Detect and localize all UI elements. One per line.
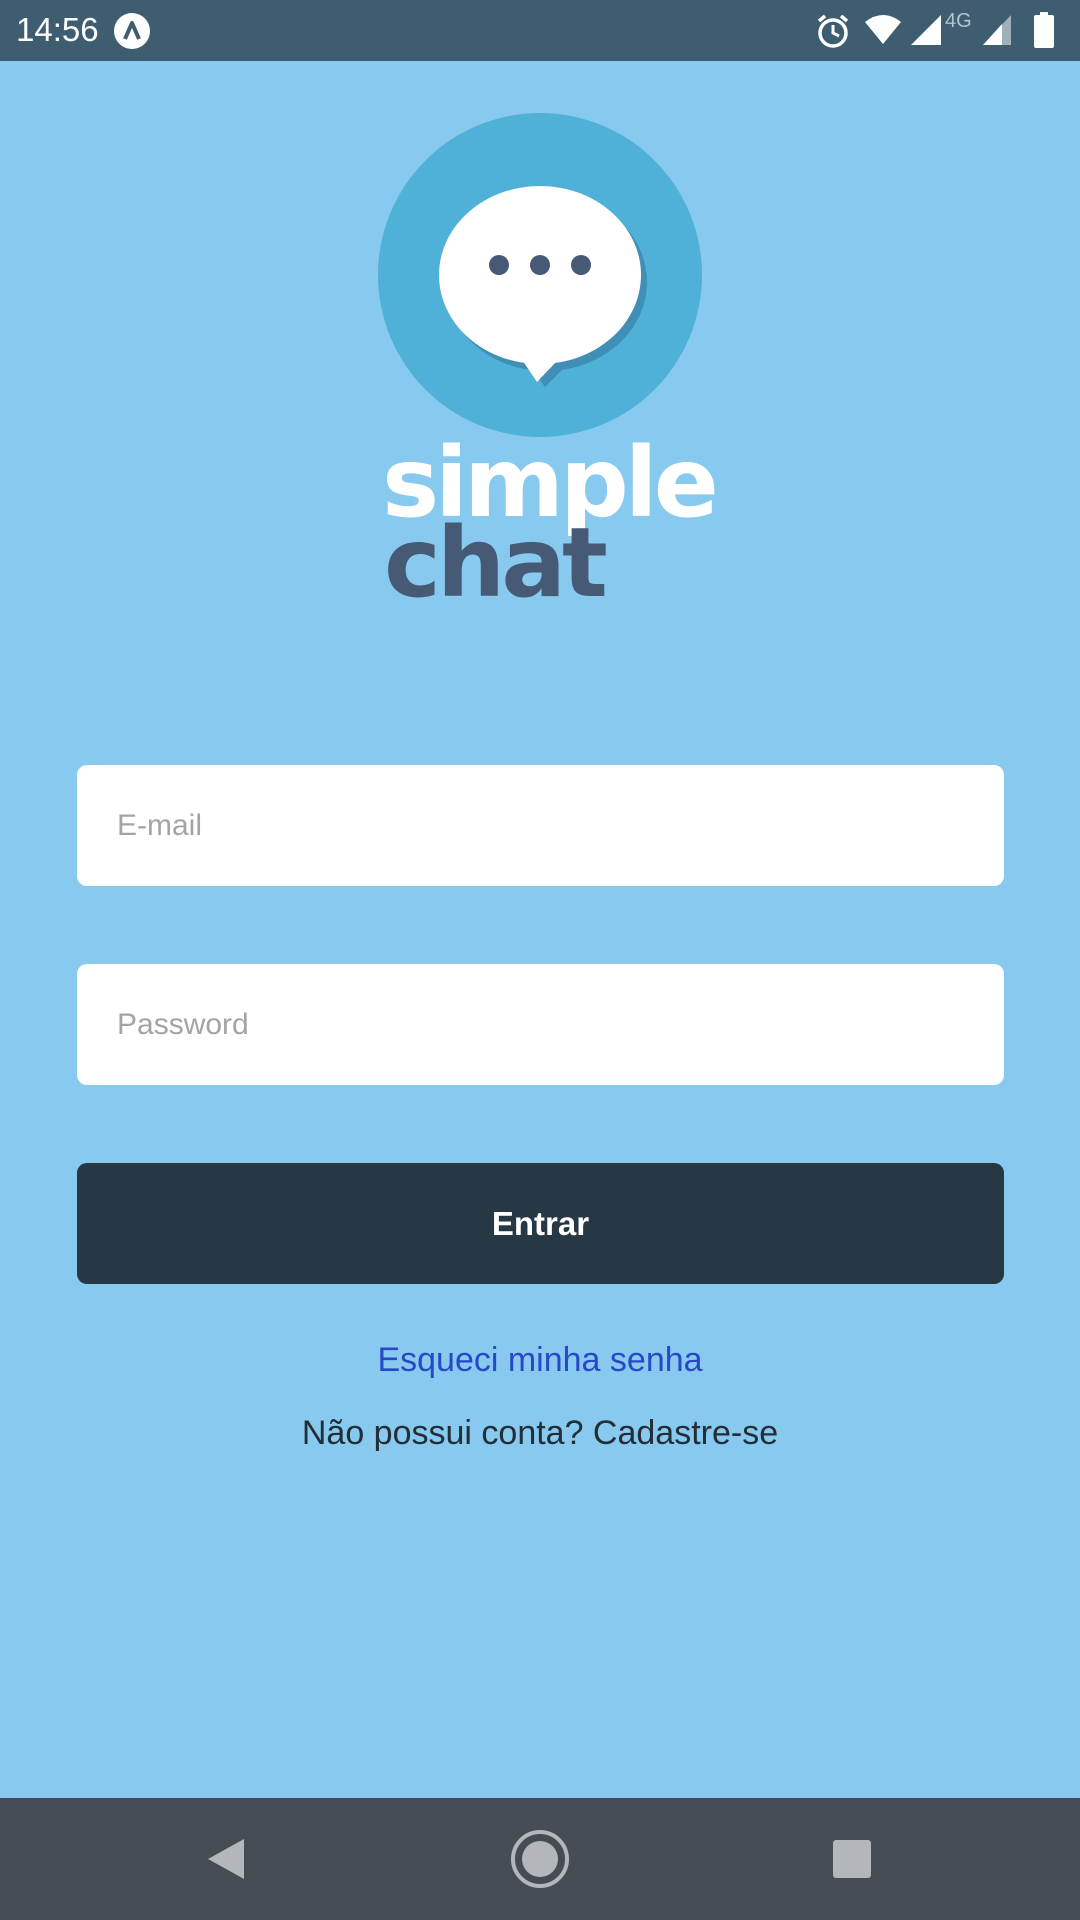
logo-word-chat: chat — [384, 507, 608, 619]
login-button[interactable]: Entrar — [77, 1163, 1004, 1284]
email-field[interactable] — [77, 765, 1004, 886]
back-icon — [208, 1839, 244, 1879]
password-field[interactable] — [77, 964, 1004, 1085]
home-button[interactable] — [480, 1798, 600, 1920]
battery-icon — [1034, 12, 1054, 48]
alarm-icon — [817, 14, 849, 48]
home-icon — [511, 1830, 569, 1888]
status-bar: 14:56 4G — [0, 0, 1080, 61]
wifi-icon — [865, 15, 901, 44]
network-type-label: 4G — [945, 10, 972, 32]
status-icons: 4G — [800, 0, 1080, 61]
signal-icon — [911, 15, 941, 45]
4g-signal-icon — [983, 15, 1011, 45]
arrow-up-icon — [113, 12, 151, 50]
navigation-bar — [0, 1798, 1080, 1920]
back-button[interactable] — [166, 1798, 286, 1920]
signup-link[interactable]: Não possui conta? Cadastre-se — [0, 1411, 1080, 1455]
login-button-label: Entrar — [491, 1204, 590, 1242]
recent-apps-icon — [833, 1840, 871, 1878]
login-screen: 14:56 4G simple chat E-mail Entrar Esque… — [0, 0, 1080, 1920]
status-time: 14:56 — [16, 11, 99, 48]
recent-apps-button[interactable] — [792, 1798, 912, 1920]
forgot-password-link[interactable]: Esqueci minha senha — [0, 1338, 1080, 1382]
chat-bubble-icon — [377, 112, 703, 438]
